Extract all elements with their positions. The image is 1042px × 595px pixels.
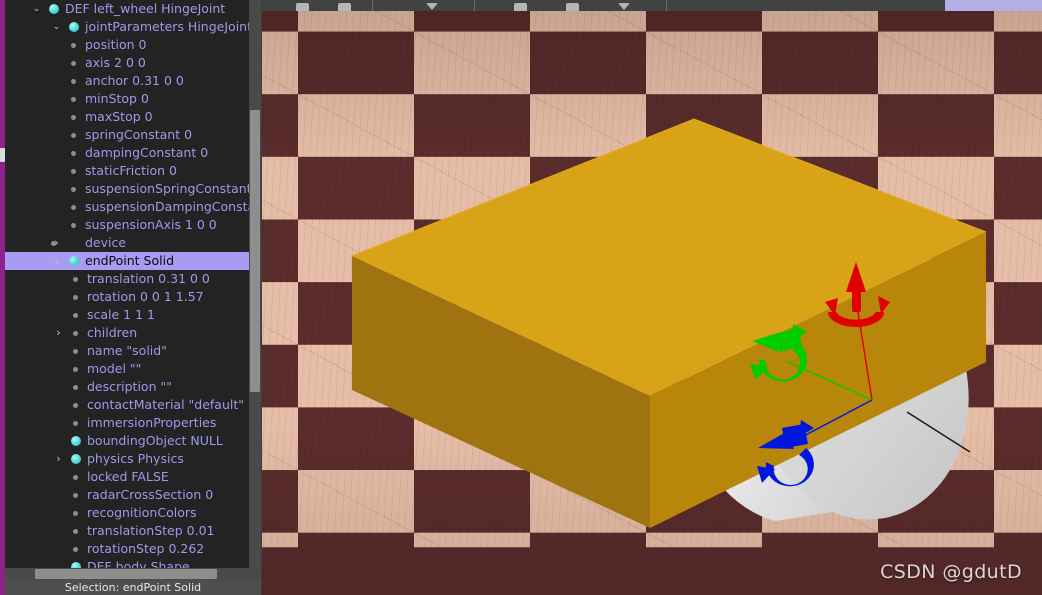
dock-splitter-handle[interactable] (0, 148, 5, 162)
scene-tree-row[interactable]: position 0 (5, 36, 255, 54)
scene-tree-row[interactable]: suspensionAxis 1 0 0 (5, 216, 255, 234)
scene-tree-row[interactable]: springConstant 0 (5, 126, 255, 144)
scene-tree-vscrollbar[interactable] (249, 0, 261, 568)
scene-tree-row[interactable]: description "" (5, 378, 255, 396)
webots-main-window: ⌄ DEF left_wheel HingeJoint ⌄ jointParamete… (0, 0, 1042, 595)
scene-tree-row[interactable]: radarCrossSection 0 (5, 486, 255, 504)
scene-tree-panel: ⌄ DEF left_wheel HingeJoint ⌄ jointParamete… (5, 0, 261, 580)
scene-tree-row[interactable]: name "solid" (5, 342, 255, 360)
scene-tree-hscrollbar[interactable] (5, 568, 261, 580)
scene-tree-row[interactable]: immersionProperties (5, 414, 255, 432)
scene-tree-row-label: suspensionAxis 1 0 0 (85, 217, 217, 232)
watermark: CSDN @gdutD (880, 561, 1022, 583)
scene-tree-row-label: position 0 (85, 37, 147, 52)
scene-tree-row[interactable]: › children (5, 324, 255, 342)
left-dock-strip (0, 0, 5, 595)
scene-tree-row-label: radarCrossSection 0 (87, 487, 214, 502)
scene-tree-row[interactable]: rotationStep 0.262 (5, 540, 255, 558)
scene-tree-row-label: name "solid" (87, 343, 167, 358)
move-down-icon[interactable] (426, 3, 438, 10)
scene-tree-list[interactable]: ⌄ DEF left_wheel HingeJoint ⌄ jointParamete… (5, 0, 255, 568)
status-bar: Selection: endPoint Solid (5, 580, 261, 595)
scene-tree-row-label: suspensionDampingConstant 0 (85, 199, 255, 214)
scene-tree-row[interactable]: ⌄jointParameters HingeJointParameters (5, 18, 255, 36)
scene-tree-row-label: minStop 0 (85, 91, 149, 106)
scene-tree-row-label: springConstant 0 (85, 127, 193, 142)
viewport-toolbar[interactable] (262, 0, 1042, 11)
scene-tree-row-label: axis 2 0 0 (85, 55, 146, 70)
scene-tree-row-label: maxStop 0 (85, 109, 153, 124)
scene-objects-layer (351, 118, 987, 528)
scene-tree-row[interactable]: staticFriction 0 (5, 162, 255, 180)
scene-tree-row-label: contactMaterial "default" (87, 397, 245, 412)
scene-tree-row[interactable]: locked FALSE (5, 468, 255, 486)
scene-tree-row-label: translationStep 0.01 (87, 523, 215, 538)
scene-tree-row-label: suspensionSpringConstant 0 (85, 181, 255, 196)
scene-tree-row-label: scale 1 1 1 (87, 307, 155, 322)
toolbar-separator-2 (474, 0, 475, 11)
scene-tree-row[interactable]: › physics Physics (5, 450, 255, 468)
scene-tree-row-label: boundingObject NULL (87, 433, 223, 448)
scene-tree-row[interactable]: model "" (5, 360, 255, 378)
scene-tree-row-label: rotationStep 0.262 (87, 541, 205, 556)
scene-tree-row[interactable]: suspensionSpringConstant 0 (5, 180, 255, 198)
scene-tree-row-label: DEF body Shape (87, 559, 190, 568)
scene-tree-row[interactable]: axis 2 0 0 (5, 54, 255, 72)
scene-tree-row-label: DEF left_wheel HingeJoint (65, 1, 226, 16)
scene-tree-row-label: model "" (87, 361, 142, 376)
scene-tree-row-label: locked FALSE (87, 469, 169, 484)
scene-tree-row-selected[interactable]: ⌄ endPoint Solid (5, 252, 255, 270)
scene-tree-row-label: children (87, 325, 138, 340)
scene-tree-row[interactable]: DEF body Shape (5, 558, 255, 568)
scene-tree-hscroll-thumb[interactable] (35, 569, 217, 579)
paste-icon[interactable] (338, 3, 351, 11)
scene-tree-row-label: recognitionColors (87, 505, 197, 520)
scene-tree-row-label: staticFriction 0 (85, 163, 177, 178)
scene-tree-row[interactable]: minStop 0 (5, 90, 255, 108)
arrow-down-icon[interactable] (618, 3, 630, 10)
scene-tree-row[interactable]: anchor 0.31 0 0 (5, 72, 255, 90)
simulation-viewport-3d[interactable]: CSDN @gdutD (262, 0, 1042, 595)
scene-tree-row[interactable]: recognitionColors (5, 504, 255, 522)
scene-tree-row[interactable]: rotation 0 0 1 1.57 (5, 288, 255, 306)
scene-tree-row[interactable]: suspensionDampingConstant 0 (5, 198, 255, 216)
scene-tree-row[interactable]: boundingObject NULL (5, 432, 255, 450)
scene-tree-row-label: device (85, 235, 127, 250)
copy-icon[interactable] (296, 3, 309, 11)
scene-tree-row[interactable]: contactMaterial "default" (5, 396, 255, 414)
scene-tree-row-label: immersionProperties (87, 415, 217, 430)
scene-tree-row-label: translation 0.31 0 0 (87, 271, 210, 286)
toolbar-active-region[interactable] (945, 0, 1042, 11)
scene-tree-row[interactable]: ⌄ DEF left_wheel HingeJoint (5, 0, 255, 18)
scene-tree-row-label: dampingConstant 0 (85, 145, 209, 160)
scene-tree-row[interactable]: maxStop 0 (5, 108, 255, 126)
scene-tree-row-label: anchor 0.31 0 0 (85, 73, 184, 88)
toolbar-separator-1 (372, 0, 373, 11)
scene-tree-row-label: endPoint Solid (85, 253, 175, 268)
scene-tree-row[interactable]: translationStep 0.01 (5, 522, 255, 540)
scene-tree-vscroll-thumb[interactable] (250, 110, 260, 392)
align2-icon[interactable] (566, 3, 579, 11)
scene-tree-row[interactable]: translation 0.31 0 0 (5, 270, 255, 288)
scene-tree-row[interactable]: dampingConstant 0 (5, 144, 255, 162)
align-icon[interactable] (514, 3, 527, 11)
scene-tree-row-label: description "" (87, 379, 172, 394)
scene-tree-row[interactable]: › device (5, 234, 255, 252)
toolbar-separator-3 (666, 0, 667, 11)
scene-tree-row-label: physics Physics (87, 451, 184, 466)
scene-tree-row-label: rotation 0 0 1 1.57 (87, 289, 204, 304)
scene-tree-row[interactable]: scale 1 1 1 (5, 306, 255, 324)
scene-tree-row-label: jointParameters HingeJointParameters (85, 19, 255, 34)
